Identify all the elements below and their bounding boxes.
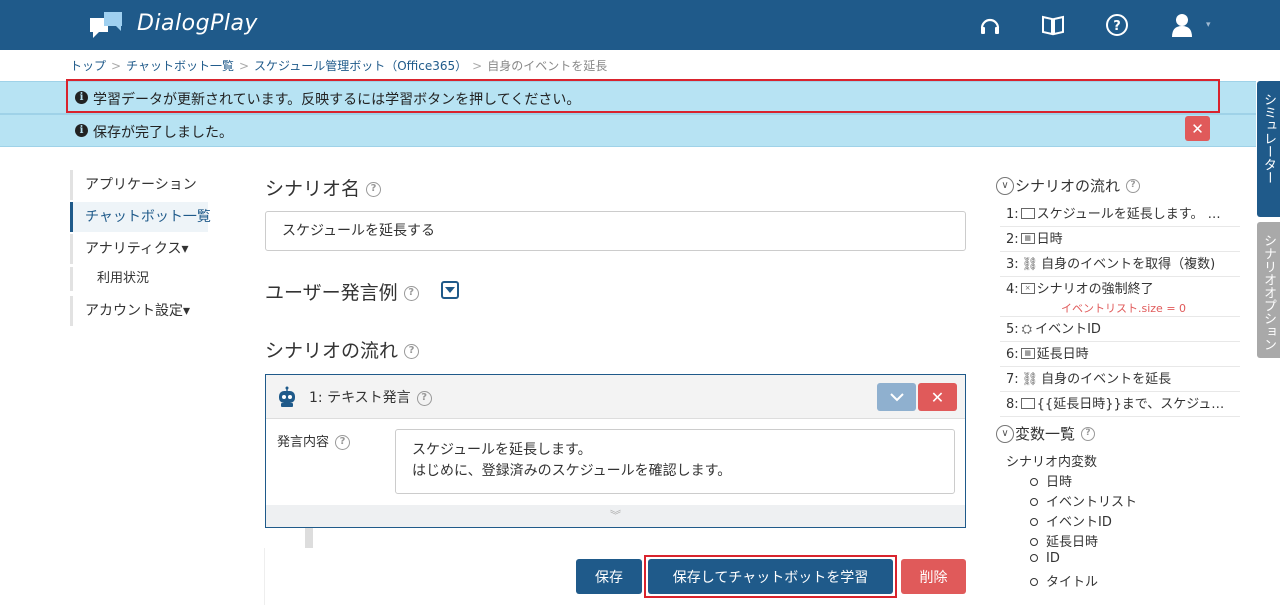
flow-step[interactable]: 2: ▦ 日時	[1000, 227, 1240, 252]
var-item: 日時	[1030, 471, 1072, 490]
caret-down-icon	[445, 287, 455, 293]
book-icon[interactable]	[1041, 13, 1065, 37]
simulator-tab[interactable]: シミュレーター	[1257, 81, 1280, 217]
vars-panel-heading[interactable]: ∨ 変数一覧?	[996, 423, 1096, 444]
help-icon[interactable]: ?	[404, 344, 420, 359]
vars-subtitle: シナリオ内変数	[1006, 455, 1098, 470]
var-item: イベントリスト	[1030, 491, 1137, 510]
speech-icon	[1020, 208, 1035, 219]
learn-button-highlight-box	[644, 555, 897, 598]
top-bar: DialogPlay ? ▾	[0, 0, 1280, 50]
utterance-content-label: 発言内容?	[277, 431, 351, 450]
link-icon: ⛓	[1021, 257, 1039, 272]
flow-step[interactable]: 3: ⛓ 自身のイベントを取得（複数)	[1000, 252, 1240, 277]
save-complete-alert: i 保存が完了しました。	[0, 114, 1256, 147]
flow-label: シナリオの流れ	[265, 340, 399, 362]
card-expand-bar[interactable]: ︾	[266, 505, 965, 527]
stop-icon: ×	[1020, 283, 1035, 294]
user-icon[interactable]	[1170, 13, 1194, 37]
calendar-icon: ▦	[1020, 233, 1035, 244]
help-icon[interactable]: ?	[416, 390, 432, 406]
headset-icon[interactable]	[978, 13, 1002, 37]
scenario-name-label: シナリオ名	[265, 178, 361, 200]
var-item: 延長日時	[1030, 531, 1098, 550]
user-utterance-heading: ユーザー発言例?	[265, 278, 419, 305]
chevron-down-icon[interactable]: ∨	[996, 424, 1014, 443]
breadcrumb-top[interactable]: トップ	[70, 59, 106, 73]
breadcrumb-current: 自身のイベントを延長	[487, 59, 608, 73]
card-connector	[305, 528, 313, 548]
flow-step[interactable]: 8: {{延長日時}}まで、スケジュ…	[1000, 392, 1240, 417]
help-icon[interactable]: ?	[1126, 178, 1141, 193]
help-icon[interactable]: ?	[1081, 426, 1096, 441]
flow-step[interactable]: 5: ⛭ イベントID	[1000, 317, 1240, 342]
nav-item-chatbot-list[interactable]: チャットボット一覧	[70, 202, 211, 232]
robot-icon	[279, 386, 295, 407]
alert-close-button[interactable]: ✕	[1185, 116, 1210, 141]
help-icon[interactable]: ?	[366, 182, 382, 197]
scenario-name-heading: シナリオ名?	[265, 174, 382, 201]
card-delete-button[interactable]: ✕	[918, 383, 957, 411]
help-icon[interactable]: ?	[403, 286, 419, 301]
delete-button[interactable]: 削除	[901, 559, 966, 594]
expand-toggle-button[interactable]	[441, 281, 459, 299]
alert-highlight-box	[66, 79, 1220, 113]
breadcrumb-bot[interactable]: スケジュール管理ボット（Office365）	[254, 59, 467, 73]
var-item: イベントID	[1030, 511, 1112, 530]
svg-text:?: ?	[1113, 19, 1121, 34]
var-item: タイトル	[1030, 571, 1098, 590]
card-header: 1: テキスト発言? ✕	[266, 375, 965, 419]
nav-item-application[interactable]: アプリケーション	[70, 170, 208, 200]
flow-step[interactable]: 7: ⛓ 自身のイベントを延長	[1000, 367, 1240, 392]
breadcrumb: トップ > チャットボット一覧 > スケジュール管理ボット（Office365） > 自身の…	[70, 59, 608, 73]
nav-item-account-settings[interactable]: アカウント設定▾	[70, 296, 208, 326]
text-utterance-card: 1: テキスト発言? ✕ 発言内容? スケジュールを延長します。 はじめに、登録…	[265, 374, 966, 528]
flow-heading: シナリオの流れ?	[265, 336, 420, 363]
calendar-icon: ▦	[1020, 348, 1035, 359]
var-item: ID	[1030, 551, 1060, 566]
nav-item-analytics[interactable]: アナリティクス▾	[70, 234, 208, 264]
chevron-down-icon[interactable]: ∨	[996, 176, 1014, 195]
user-menu-chevron-icon[interactable]: ▾	[1206, 20, 1211, 30]
card-title: 1: テキスト発言?	[309, 387, 432, 407]
link-icon: ⛓	[1021, 372, 1039, 387]
scenario-name-input[interactable]: スケジュールを延長する	[265, 211, 966, 251]
card-collapse-button[interactable]	[877, 383, 916, 411]
chat-bubbles-logo-icon	[90, 12, 122, 38]
nav-item-usage[interactable]: 利用状況	[70, 267, 208, 291]
breadcrumb-chatbot-list[interactable]: チャットボット一覧	[126, 59, 234, 73]
user-utterance-label: ユーザー発言例	[265, 282, 398, 304]
speech-icon	[1020, 398, 1035, 409]
flow-condition: イベントリスト.size = 0	[1061, 302, 1187, 315]
divider	[264, 548, 265, 605]
utterance-content-textarea[interactable]: スケジュールを延長します。 はじめに、登録済みのスケジュールを確認します。	[395, 429, 955, 494]
info-icon: i	[75, 124, 88, 137]
double-chevron-down-icon: ︾	[610, 509, 621, 522]
scenario-option-tab[interactable]: シナリオオプション	[1257, 222, 1280, 358]
flow-step[interactable]: 1: スケジュールを延長します。 …	[1000, 202, 1240, 227]
help-circle-icon[interactable]: ?	[1105, 13, 1129, 37]
flow-panel-heading[interactable]: ∨ シナリオの流れ?	[996, 175, 1141, 196]
save-complete-text: 保存が完了しました。	[93, 125, 233, 141]
flow-step[interactable]: 6: ▦ 延長日時	[1000, 342, 1240, 367]
badge-icon: ⛭	[1021, 322, 1033, 337]
help-icon[interactable]: ?	[335, 435, 351, 450]
app-logo-text[interactable]: DialogPlay	[137, 11, 258, 36]
save-button[interactable]: 保存	[576, 559, 642, 594]
